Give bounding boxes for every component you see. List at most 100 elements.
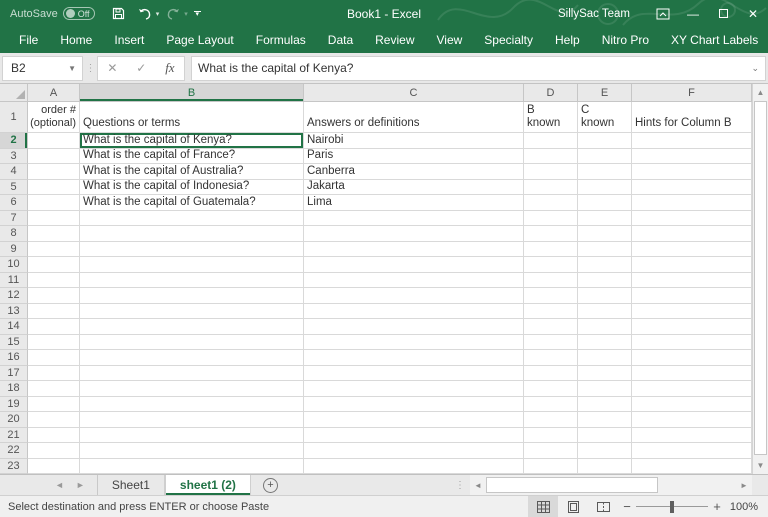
cell-d16[interactable] [524,350,578,366]
cell-b17[interactable] [80,366,304,382]
normal-view-button[interactable] [528,496,558,517]
cell-a16[interactable] [28,350,80,366]
column-header-f[interactable]: F [632,84,752,102]
cell-d15[interactable] [524,335,578,351]
ribbon-tab-file[interactable]: File [8,27,49,53]
cell-d5[interactable] [524,180,578,196]
row-header-1[interactable]: 1 [0,102,28,133]
cell-a10[interactable] [28,257,80,273]
zoom-level[interactable]: 100% [726,501,768,513]
row-header-17[interactable]: 17 [0,366,28,382]
cell-f4[interactable] [632,164,752,180]
maximize-button[interactable] [708,0,738,27]
cell-c2[interactable]: Nairobi [304,133,524,149]
zoom-slider[interactable] [636,496,708,517]
cell-d3[interactable] [524,149,578,165]
cell-c9[interactable] [304,242,524,258]
cell-d4[interactable] [524,164,578,180]
cell-e4[interactable] [578,164,632,180]
scroll-up-icon[interactable]: ▲ [753,84,768,101]
cell-e12[interactable] [578,288,632,304]
page-layout-view-button[interactable] [558,496,588,517]
cell-d13[interactable] [524,304,578,320]
cell-c18[interactable] [304,381,524,397]
cell-c6[interactable]: Lima [304,195,524,211]
cell-f21[interactable] [632,428,752,444]
cell-d9[interactable] [524,242,578,258]
cell-f23[interactable] [632,459,752,475]
cell-d6[interactable] [524,195,578,211]
ribbon-tab-formulas[interactable]: Formulas [245,27,317,53]
cell-b1[interactable]: Questions or terms [80,102,304,133]
prev-sheet-icon[interactable]: ◄ [55,480,64,490]
zoom-out-icon[interactable]: − [618,499,636,514]
cell-f2[interactable] [632,133,752,149]
cell-d12[interactable] [524,288,578,304]
cell-d17[interactable] [524,366,578,382]
next-sheet-icon[interactable]: ► [76,480,85,490]
cell-c16[interactable] [304,350,524,366]
ribbon-tab-help[interactable]: Help [544,27,591,53]
cell-c3[interactable]: Paris [304,149,524,165]
vertical-scrollbar[interactable]: ▲ ▼ [752,84,768,474]
cell-e7[interactable] [578,211,632,227]
cell-b8[interactable] [80,226,304,242]
cell-c13[interactable] [304,304,524,320]
ribbon-tab-review[interactable]: Review [364,27,425,53]
cell-d7[interactable] [524,211,578,227]
cell-d18[interactable] [524,381,578,397]
cell-e14[interactable] [578,319,632,335]
cell-b18[interactable] [80,381,304,397]
row-header-13[interactable]: 13 [0,304,28,320]
cell-e10[interactable] [578,257,632,273]
ribbon-tab-home[interactable]: Home [49,27,103,53]
ribbon-display-options-icon[interactable] [648,0,678,27]
cell-c17[interactable] [304,366,524,382]
sheet-tab-sheet1[interactable]: Sheet1 [98,475,165,495]
cell-e3[interactable] [578,149,632,165]
vertical-scrollbar-thumb[interactable] [754,101,767,455]
row-header-11[interactable]: 11 [0,273,28,289]
cell-a20[interactable] [28,412,80,428]
cell-d21[interactable] [524,428,578,444]
cell-b10[interactable] [80,257,304,273]
cell-a12[interactable] [28,288,80,304]
cell-d8[interactable] [524,226,578,242]
cell-f18[interactable] [632,381,752,397]
autosave-control[interactable]: AutoSave Off [10,7,95,20]
cell-c21[interactable] [304,428,524,444]
row-header-18[interactable]: 18 [0,381,28,397]
cell-c1[interactable]: Answers or definitions [304,102,524,133]
cell-e9[interactable] [578,242,632,258]
row-header-5[interactable]: 5 [0,180,28,196]
ribbon-tab-data[interactable]: Data [317,27,364,53]
cell-e15[interactable] [578,335,632,351]
minimize-button[interactable]: — [678,0,708,27]
cell-b15[interactable] [80,335,304,351]
formula-bar-splitter[interactable]: ⋮ [83,63,97,74]
cell-a5[interactable] [28,180,80,196]
cell-c10[interactable] [304,257,524,273]
ribbon-tab-nitro-pro[interactable]: Nitro Pro [591,27,660,53]
close-button[interactable]: ✕ [738,0,768,27]
cell-d19[interactable] [524,397,578,413]
row-header-12[interactable]: 12 [0,288,28,304]
name-box[interactable]: B2 ▼ [2,56,83,81]
cell-a11[interactable] [28,273,80,289]
cancel-icon[interactable]: ✕ [107,61,117,75]
row-header-20[interactable]: 20 [0,412,28,428]
cell-c7[interactable] [304,211,524,227]
cell-a15[interactable] [28,335,80,351]
cell-a8[interactable] [28,226,80,242]
enter-icon[interactable]: ✓ [136,61,146,75]
cell-a9[interactable] [28,242,80,258]
cell-f20[interactable] [632,412,752,428]
cell-d2[interactable] [524,133,578,149]
ribbon-tab-insert[interactable]: Insert [103,27,155,53]
cell-a22[interactable] [28,443,80,459]
cell-b20[interactable] [80,412,304,428]
sheet-tab-sheet1-2[interactable]: sheet1 (2) [165,475,251,495]
row-header-16[interactable]: 16 [0,350,28,366]
cell-e11[interactable] [578,273,632,289]
cell-c8[interactable] [304,226,524,242]
